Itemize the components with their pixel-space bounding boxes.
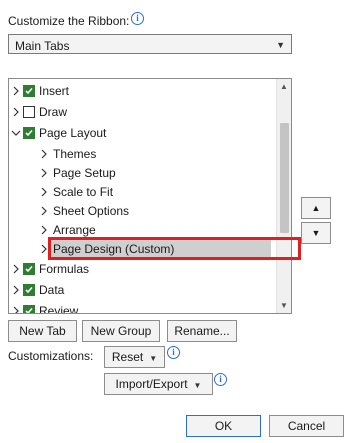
tree-item-label: Page Layout <box>39 126 107 140</box>
tree-item-review[interactable]: Review <box>9 302 277 314</box>
checkbox-page-layout[interactable] <box>23 127 35 139</box>
reset-button-label: Reset <box>111 350 144 364</box>
customize-ribbon-label: Customize the Ribbon: <box>8 14 130 28</box>
tree-scrollbar[interactable]: ▲ ▼ <box>276 79 291 313</box>
tree-item-label: Themes <box>53 147 97 161</box>
scroll-up-icon[interactable]: ▲ <box>280 82 288 91</box>
checkbox-draw[interactable] <box>23 106 35 118</box>
new-tab-button[interactable]: New Tab <box>8 320 77 342</box>
chevron-right-icon[interactable] <box>39 225 49 235</box>
move-down-button[interactable]: ▼ <box>301 222 331 244</box>
info-icon[interactable]: i <box>131 12 144 25</box>
tree-item-label: Page Setup <box>53 166 116 180</box>
move-up-button[interactable]: ▲ <box>301 197 331 219</box>
import-export-button-label: Import/Export <box>115 377 188 391</box>
tree-item-draw[interactable]: Draw <box>9 103 277 122</box>
rename-button[interactable]: Rename... <box>167 320 237 342</box>
tree-item-themes[interactable]: Themes <box>9 145 277 164</box>
chevron-right-icon[interactable] <box>39 149 49 159</box>
tree-item-formulas[interactable]: Formulas <box>9 260 277 279</box>
scroll-thumb[interactable] <box>280 123 289 233</box>
reset-button[interactable]: Reset ▼ <box>104 346 165 368</box>
tree-item-data[interactable]: Data <box>9 281 277 300</box>
tree-item-label: Sheet Options <box>53 204 130 218</box>
tree-item-label: Data <box>39 283 65 297</box>
new-group-button[interactable]: New Group <box>82 320 160 342</box>
cancel-button[interactable]: Cancel <box>269 415 344 437</box>
tree-item-label: Arrange <box>53 223 96 237</box>
triangle-down-icon: ▼ <box>311 228 321 238</box>
checkbox-review[interactable] <box>23 305 35 313</box>
tree-item-page-setup[interactable]: Page Setup <box>9 164 277 183</box>
chevron-down-icon: ▼ <box>276 40 285 50</box>
ribbon-tabs-dropdown-value: Main Tabs <box>15 39 70 53</box>
chevron-right-icon[interactable] <box>11 86 21 96</box>
caret-down-icon: ▼ <box>149 354 158 363</box>
tree-item-label: Insert <box>39 84 70 98</box>
chevron-down-icon[interactable] <box>11 128 21 138</box>
tree-item-label: Formulas <box>39 262 90 276</box>
customizations-label: Customizations: <box>8 349 94 363</box>
chevron-right-icon[interactable] <box>11 107 21 117</box>
triangle-up-icon: ▲ <box>311 203 321 213</box>
info-icon[interactable]: i <box>167 346 180 359</box>
tree-item-sheet-options[interactable]: Sheet Options <box>9 202 277 221</box>
tree-item-scale-to-fit[interactable]: Scale to Fit <box>9 183 277 202</box>
checkbox-formulas[interactable] <box>23 263 35 275</box>
checkbox-data[interactable] <box>23 284 35 296</box>
checkbox-insert[interactable] <box>23 85 35 97</box>
chevron-right-icon[interactable] <box>11 285 21 295</box>
chevron-right-icon[interactable] <box>39 168 49 178</box>
tree-item-label: Review <box>39 304 79 314</box>
ribbon-tabs-dropdown[interactable]: Main Tabs ▼ <box>8 34 292 54</box>
tree-item-label: Scale to Fit <box>53 185 114 199</box>
ribbon-tree[interactable]: Insert Draw Page Layout Themes Page Setu… <box>8 78 292 314</box>
chevron-right-icon[interactable] <box>11 306 21 313</box>
tree-item-insert[interactable]: Insert <box>9 82 277 101</box>
ok-button[interactable]: OK <box>186 415 261 437</box>
info-icon[interactable]: i <box>214 373 227 386</box>
import-export-button[interactable]: Import/Export ▼ <box>104 373 213 395</box>
chevron-right-icon[interactable] <box>39 206 49 216</box>
annotation-highlight-box <box>48 237 301 260</box>
chevron-right-icon[interactable] <box>11 264 21 274</box>
tree-item-label: Draw <box>39 105 68 119</box>
scroll-down-icon[interactable]: ▼ <box>280 301 288 310</box>
chevron-right-icon[interactable] <box>39 187 49 197</box>
tree-item-page-layout[interactable]: Page Layout <box>9 124 277 143</box>
caret-down-icon: ▼ <box>193 381 202 390</box>
